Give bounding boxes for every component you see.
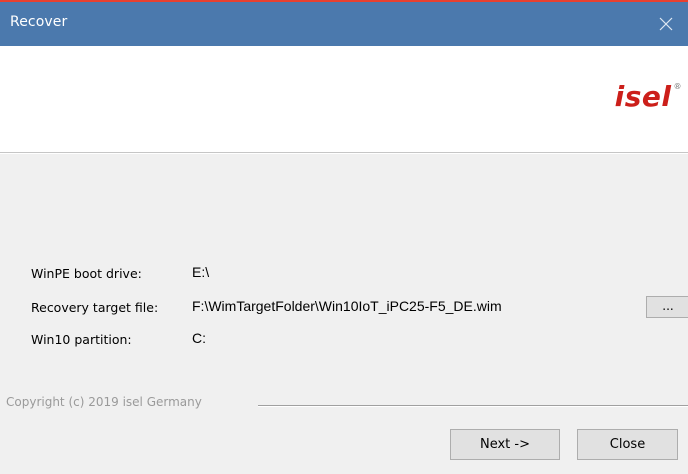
isel-logo: isel ® (614, 80, 682, 113)
partition-value: C: (192, 330, 206, 346)
next-button[interactable]: Next -> (450, 429, 560, 460)
header-banner: isel ® (0, 46, 688, 153)
target-file-value: F:\WimTargetFolder\Win10IoT_iPC25-F5_DE.… (192, 298, 502, 314)
boot-drive-label: WinPE boot drive: (31, 266, 142, 281)
browse-button[interactable]: ... (646, 296, 688, 318)
close-button[interactable]: Close (577, 429, 678, 460)
window-title: Recover (10, 14, 68, 30)
boot-drive-value: E:\ (192, 264, 210, 280)
logo-text: isel (614, 80, 672, 113)
partition-label: Win10 partition: (31, 332, 132, 347)
banner-divider (0, 153, 688, 154)
target-file-label: Recovery target file: (31, 300, 159, 315)
window-close-button[interactable] (644, 2, 688, 46)
footer-divider (258, 405, 688, 407)
registered-mark: ® (673, 82, 682, 91)
recover-window: Recover isel ® WinPE boot drive: E:\ Reco… (0, 0, 688, 474)
copyright-text: Copyright (c) 2019 isel Germany (6, 395, 202, 409)
close-icon (659, 17, 673, 31)
title-bar: Recover (0, 2, 688, 46)
